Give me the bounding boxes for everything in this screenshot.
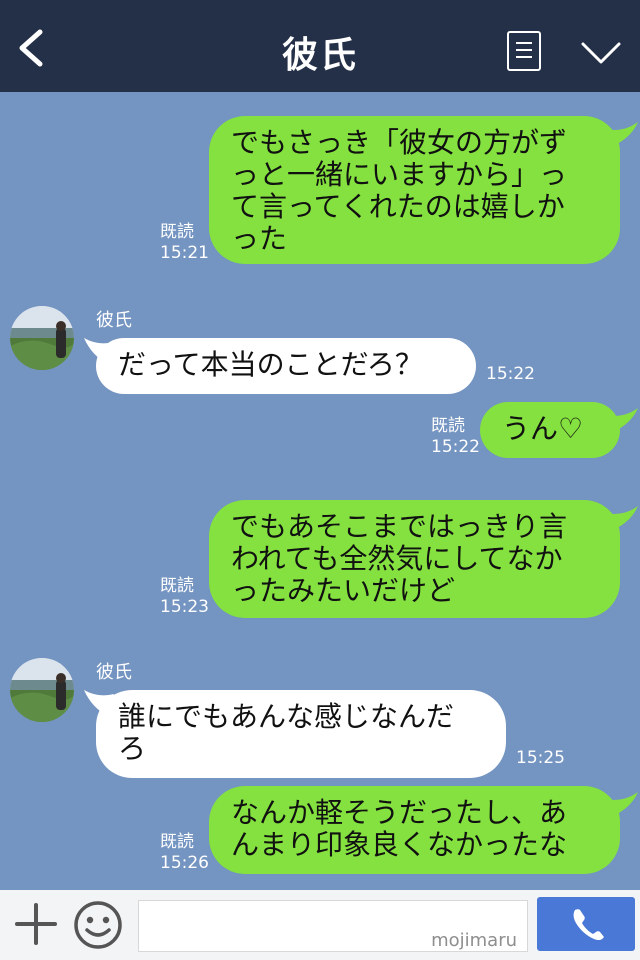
message-text-line: でもさっき「彼女の方がず [231,126,568,159]
message-text-line: われても全然気にしてなか [231,542,563,575]
my-message-bubble[interactable]: でもあそこまではっきり言 われても全然気にしてなか ったみたいだけど [209,500,620,618]
avatar-image [10,658,74,722]
watermark-text: mojimaru [431,930,517,951]
message-time: 15:21 [160,243,209,263]
their-message-bubble[interactable]: だって本当のことだろ？ [96,338,476,394]
read-receipt: 既読 15:26 [160,832,209,874]
menu-icon[interactable] [507,31,541,71]
message-time: 15:25 [516,748,565,768]
their-message-bubble[interactable]: 誰にでもあんな感じなんだ ろ [96,690,506,778]
message-text-line: んまり印象良くなかったな [231,828,568,861]
message-text-line: うん♡ [502,412,584,445]
phone-icon [573,909,604,941]
read-label: 既読 [431,416,465,436]
my-message-bubble[interactable]: なんか軽そうだったし、あ んまり印象良くなかったな [209,786,620,874]
message-time: 15:22 [431,437,480,457]
sender-name: 彼氏 [96,310,132,331]
bubble-tail [600,122,638,148]
message-text-line: て言ってくれたのは嬉しか [231,190,565,223]
message-text-line: ろ [118,732,147,765]
read-label: 既読 [160,222,194,242]
sender-name: 彼氏 [96,662,132,683]
message-time: 15:23 [160,597,209,617]
message-text-line: っと一緒にいますから」っ [231,158,568,191]
read-receipt: 既読 15:21 [160,222,209,264]
chat-header: 彼氏 [0,0,640,92]
message-text-line: ったみたいだけど [231,574,456,607]
smiley-icon[interactable] [73,900,123,950]
message-text-line: った [231,222,288,255]
read-receipt: 既読 15:23 [160,576,209,618]
message-text-line: なんか軽そうだったし、あ [231,796,568,829]
my-message-bubble[interactable]: うん♡ [480,402,620,458]
chevron-down-icon[interactable] [580,40,622,66]
bubble-tail [600,408,638,434]
message-input[interactable]: mojimaru [138,900,528,952]
chat-area[interactable]: 既読 15:21 でもさっき「彼女の方がず っと一緒にいますから」っ て言ってく… [0,92,640,890]
my-message-bubble[interactable]: でもさっき「彼女の方がず っと一緒にいますから」っ て言ってくれたのは嬉しか っ… [209,116,620,264]
message-text-line: でもあそこまではっきり言 [231,510,568,543]
input-bar: mojimaru [0,890,640,960]
chat-title: 彼氏 [281,35,358,76]
message-text-line: 誰にでもあんな感じなんだ [118,700,455,733]
message-time: 15:22 [486,364,535,384]
plus-icon[interactable] [14,902,58,946]
avatar-image [10,306,74,370]
bubble-tail [600,792,638,818]
avatar[interactable] [10,658,74,722]
read-label: 既読 [160,576,194,596]
bubble-tail [600,506,638,532]
read-receipt: 既読 15:22 [431,416,480,458]
message-time: 15:26 [160,853,209,873]
call-button[interactable] [537,897,635,951]
message-text-line: だって本当のことだろ？ [118,348,423,381]
avatar[interactable] [10,306,74,370]
read-label: 既読 [160,832,194,852]
